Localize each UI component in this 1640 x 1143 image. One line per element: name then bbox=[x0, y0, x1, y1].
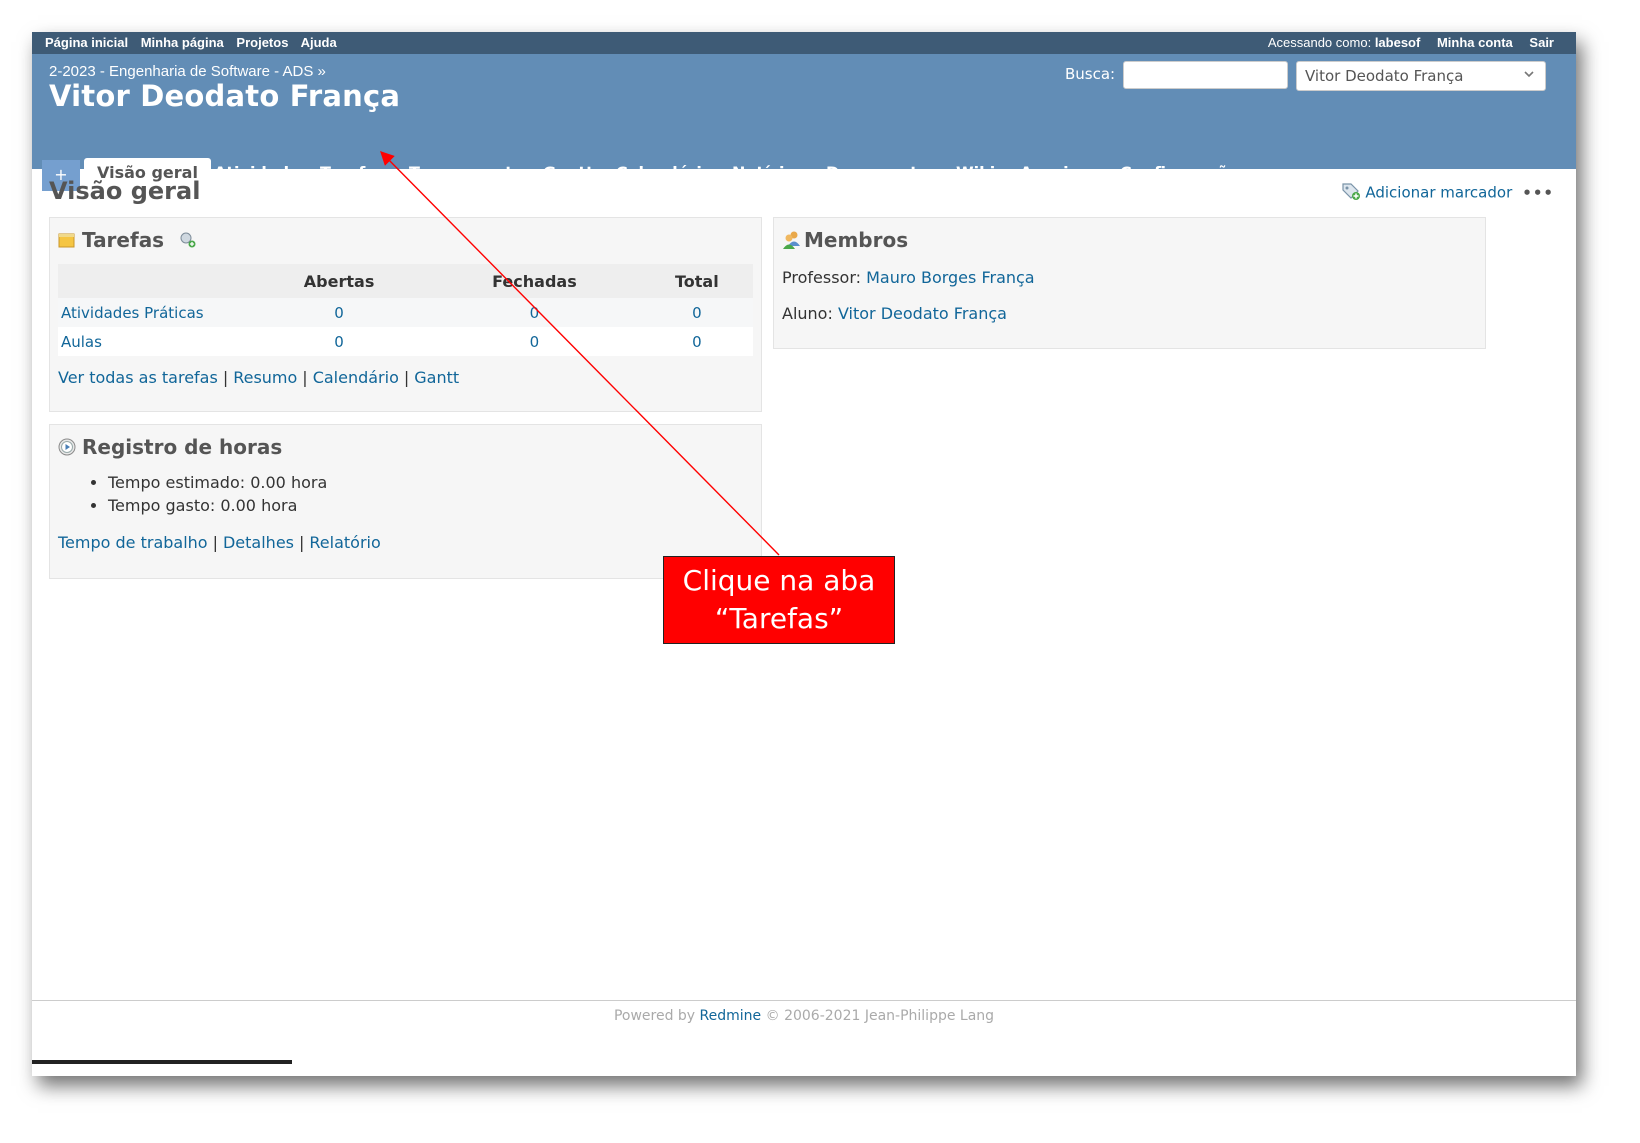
tab-news[interactable]: Notícias bbox=[732, 158, 805, 191]
search-label: Busca: bbox=[1065, 65, 1116, 83]
top-menu-projects[interactable]: Projetos bbox=[236, 35, 288, 50]
details-link[interactable]: Detalhes bbox=[223, 533, 294, 552]
column-header: Abertas bbox=[250, 264, 429, 298]
more-actions-icon[interactable]: ••• bbox=[1522, 184, 1554, 202]
page-title: Visão geral bbox=[49, 177, 201, 205]
view-all-issues-link[interactable]: Ver todas as tarefas bbox=[58, 368, 218, 387]
issues-box: Tarefas Abertas Fechadas Total Atividade… bbox=[49, 217, 762, 412]
spent-time: Tempo gasto: 0.00 hora bbox=[108, 494, 327, 517]
member-role: Professor: bbox=[782, 268, 862, 287]
issues-box-title: Tarefas bbox=[82, 228, 165, 252]
column-header: Total bbox=[640, 264, 753, 298]
bookmark-add-icon bbox=[1341, 181, 1361, 205]
parent-project-link[interactable]: 2-2023 - Engenharia de Software - ADS » bbox=[49, 63, 326, 80]
open-count-link[interactable]: 0 bbox=[250, 327, 429, 356]
issues-icon bbox=[58, 230, 76, 254]
member-row: Professor: Mauro Borges França bbox=[782, 268, 1035, 287]
issues-table: Abertas Fechadas Total Atividades Prátic… bbox=[58, 264, 753, 356]
members-box: Membros Professor: Mauro Borges França A… bbox=[773, 217, 1486, 349]
time-box: Registro de horas Tempo estimado: 0.00 h… bbox=[49, 424, 762, 579]
open-count-link[interactable]: 0 bbox=[250, 298, 429, 327]
tab-documents[interactable]: Documentos bbox=[826, 158, 938, 191]
members-box-title: Membros bbox=[804, 228, 909, 252]
log-time-link[interactable]: Tempo de trabalho bbox=[58, 533, 208, 552]
summary-link[interactable]: Resumo bbox=[233, 368, 297, 387]
add-filter-icon[interactable] bbox=[179, 230, 197, 254]
time-summary-list: Tempo estimado: 0.00 hora Tempo gasto: 0… bbox=[58, 471, 327, 517]
bottom-strip bbox=[32, 1060, 1576, 1076]
powered-by-text: Powered by bbox=[613, 1008, 696, 1024]
issues-box-heading: Tarefas bbox=[58, 228, 203, 254]
tracker-link[interactable]: Aulas bbox=[58, 327, 250, 356]
annotation-line-2: “Tarefas” bbox=[714, 602, 844, 635]
tracker-link[interactable]: Atividades Práticas bbox=[58, 298, 250, 327]
total-count-link[interactable]: 0 bbox=[640, 298, 753, 327]
time-box-title: Registro de horas bbox=[82, 435, 283, 459]
tab-time-entries[interactable]: Tempo gasto bbox=[409, 158, 524, 191]
redmine-link[interactable]: Redmine bbox=[700, 1008, 762, 1024]
my-account-link[interactable]: Minha conta bbox=[1437, 35, 1513, 50]
chevron-down-icon bbox=[1523, 68, 1535, 83]
tab-activity[interactable]: Atividade bbox=[214, 158, 300, 191]
header: 2-2023 - Engenharia de Software - ADS » … bbox=[32, 54, 1576, 191]
add-bookmark-link[interactable]: Adicionar marcador bbox=[1365, 184, 1512, 202]
footer: Powered by Redmine © 2006-2021 Jean-Phil… bbox=[32, 1000, 1576, 1041]
table-row: Aulas 0 0 0 bbox=[58, 327, 753, 356]
logout-link[interactable]: Sair bbox=[1529, 35, 1554, 50]
closed-count-link[interactable]: 0 bbox=[428, 327, 641, 356]
tab-issues[interactable]: Tarefas bbox=[320, 158, 386, 191]
table-row: Atividades Práticas 0 0 0 bbox=[58, 298, 753, 327]
member-row: Aluno: Vitor Deodato França bbox=[782, 304, 1007, 323]
column-header: Fechadas bbox=[428, 264, 641, 298]
logged-as: Acessando como: labesof bbox=[1255, 35, 1420, 50]
project-title: Vitor Deodato França bbox=[49, 79, 401, 113]
tab-wiki[interactable]: Wiki bbox=[956, 158, 995, 191]
top-menu-home[interactable]: Página inicial bbox=[45, 35, 128, 50]
time-links: Tempo de trabalho | Detalhes | Relatório bbox=[58, 533, 381, 552]
tab-settings[interactable]: Configurações bbox=[1120, 158, 1248, 191]
estimated-time: Tempo estimado: 0.00 hora bbox=[108, 471, 327, 494]
browser-viewport: Página inicial Minha página Projetos Aju… bbox=[32, 32, 1576, 1076]
closed-count-link[interactable]: 0 bbox=[428, 298, 641, 327]
member-role: Aluno: bbox=[782, 304, 833, 323]
column-header bbox=[58, 264, 250, 298]
project-jump-select[interactable]: Vitor Deodato França bbox=[1296, 61, 1546, 91]
logged-as-label: Acessando como: bbox=[1267, 35, 1372, 50]
copyright-text: © 2006-2021 Jean-Philippe Lang bbox=[765, 1008, 995, 1024]
top-menu: Página inicial Minha página Projetos Aju… bbox=[32, 32, 1576, 54]
logged-user-link[interactable]: labesof bbox=[1375, 35, 1421, 50]
report-link[interactable]: Relatório bbox=[309, 533, 380, 552]
members-box-heading: Membros bbox=[782, 228, 908, 254]
tab-calendar[interactable]: Calendário bbox=[616, 158, 713, 191]
tab-gantt[interactable]: Gantt bbox=[543, 158, 594, 191]
top-menu-help[interactable]: Ajuda bbox=[301, 35, 337, 50]
member-link[interactable]: Vitor Deodato França bbox=[838, 304, 1007, 323]
annotation-line-1: Clique na aba bbox=[682, 564, 876, 597]
gantt-link[interactable]: Gantt bbox=[414, 368, 459, 387]
calendar-link[interactable]: Calendário bbox=[313, 368, 399, 387]
project-jump-value: Vitor Deodato França bbox=[1305, 67, 1464, 85]
search-input[interactable] bbox=[1123, 61, 1288, 89]
total-count-link[interactable]: 0 bbox=[640, 327, 753, 356]
top-menu-my-page[interactable]: Minha página bbox=[141, 35, 224, 50]
tab-files[interactable]: Arquivos bbox=[1020, 158, 1100, 191]
contextual-actions: Adicionar marcador ••• bbox=[1341, 181, 1554, 205]
annotation-callout: Clique na aba “Tarefas” bbox=[663, 556, 895, 644]
member-link[interactable]: Mauro Borges França bbox=[866, 268, 1035, 287]
time-box-heading: Registro de horas bbox=[58, 435, 282, 461]
issues-links: Ver todas as tarefas | Resumo | Calendário | G… bbox=[58, 368, 460, 387]
members-icon bbox=[782, 229, 802, 254]
clock-icon bbox=[58, 437, 76, 461]
